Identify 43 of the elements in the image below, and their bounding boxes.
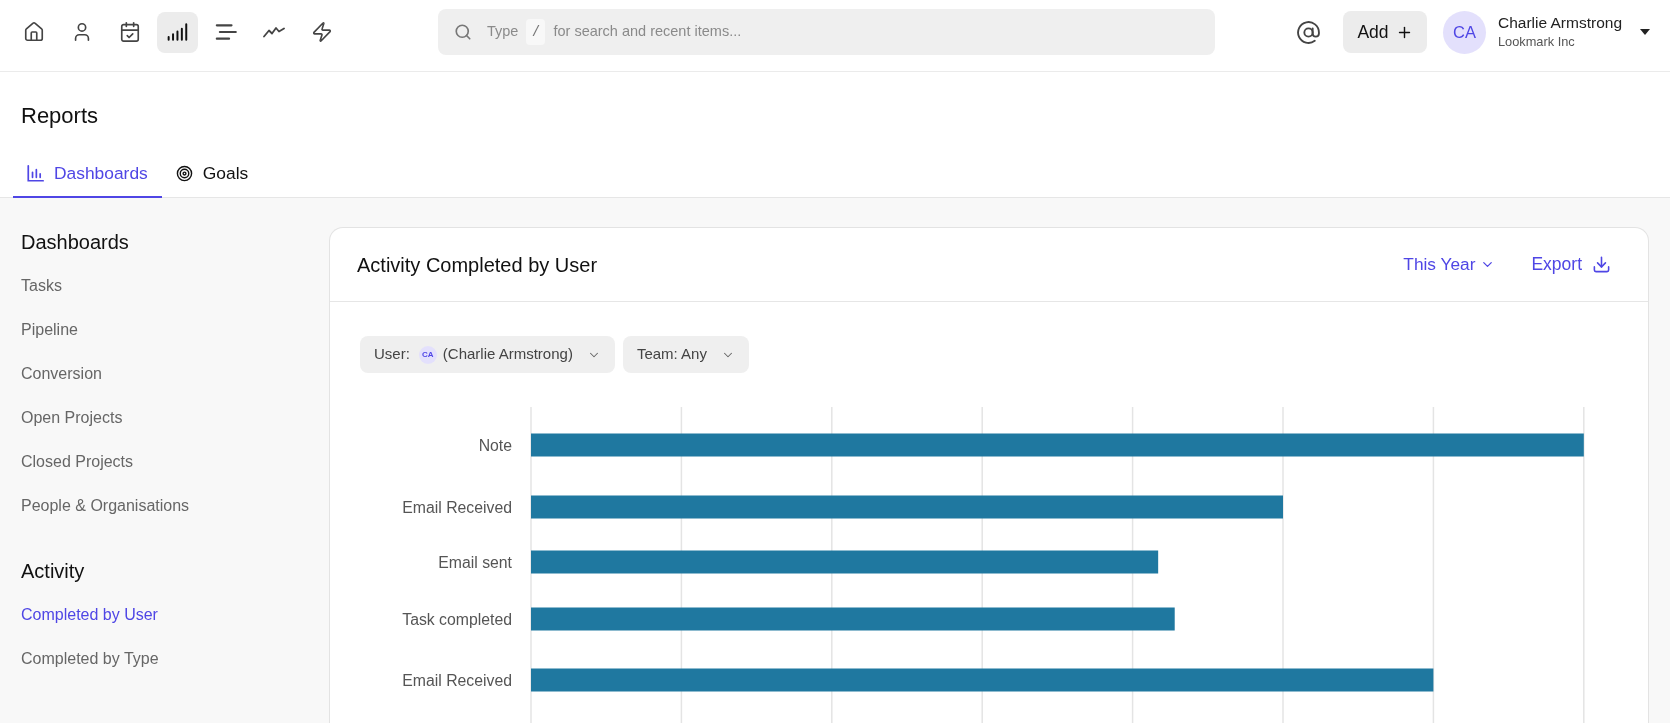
search-input[interactable]: for search and recent items... — [553, 21, 1199, 43]
sidebar-item[interactable]: People & Organisations — [21, 484, 190, 528]
category-label: Note — [478, 436, 512, 454]
at-sign-icon[interactable] — [1295, 19, 1321, 45]
category-label: Email sent — [438, 553, 512, 571]
signal-bars-icon — [166, 21, 189, 43]
export-button[interactable]: Export — [1531, 251, 1611, 278]
caret-down-icon[interactable] — [1640, 29, 1650, 35]
avatar: CA — [1442, 10, 1486, 54]
sidebar-heading: Dashboards — [21, 230, 129, 254]
shortcut-key: / — [526, 19, 546, 45]
home-icon — [22, 21, 45, 43]
add-button[interactable]: Add — [1342, 11, 1427, 53]
user-name: Charlie Armstrong — [1497, 13, 1622, 33]
card-title: Activity Completed by User — [357, 252, 598, 278]
sidebar-item[interactable]: Conversion — [21, 352, 102, 396]
tab[interactable]: Goals — [161, 150, 263, 198]
category-label: Task completed — [402, 610, 512, 628]
nav-button[interactable] — [157, 11, 198, 53]
lightning-icon — [310, 21, 333, 43]
sidebar-item[interactable]: Completed by User — [21, 593, 158, 637]
sidebar-item[interactable]: Tasks — [21, 264, 62, 308]
category-label: Email Received — [402, 671, 512, 689]
company-name: Lookmark Inc — [1497, 33, 1576, 51]
sidebar-item[interactable]: Closed Projects — [21, 440, 134, 484]
calendar-check-icon — [118, 21, 141, 43]
category-label: Email Received — [402, 498, 512, 516]
search-hint: Type — [487, 22, 519, 42]
bar-chart-icon — [27, 164, 44, 182]
search-bar[interactable]: Type / for search and recent items... — [438, 9, 1215, 55]
user-filter[interactable]: User: CA (Charlie Armstrong) — [360, 336, 615, 373]
sidebar-item[interactable]: Completed by Type — [21, 637, 159, 681]
search-icon — [454, 23, 472, 41]
period-dropdown[interactable]: This Year — [1403, 251, 1496, 278]
lines-icon — [214, 21, 237, 43]
team-filter[interactable]: Team: Any — [622, 336, 749, 373]
avatar: CA — [418, 345, 437, 364]
sidebar-item[interactable]: Open Projects — [21, 396, 123, 440]
download-icon — [1592, 255, 1611, 274]
sidebar-heading: Activity — [21, 559, 85, 583]
sidebar-item[interactable]: Pipeline — [21, 308, 78, 352]
target-icon — [175, 164, 193, 182]
page-title: Reports — [20, 102, 100, 130]
